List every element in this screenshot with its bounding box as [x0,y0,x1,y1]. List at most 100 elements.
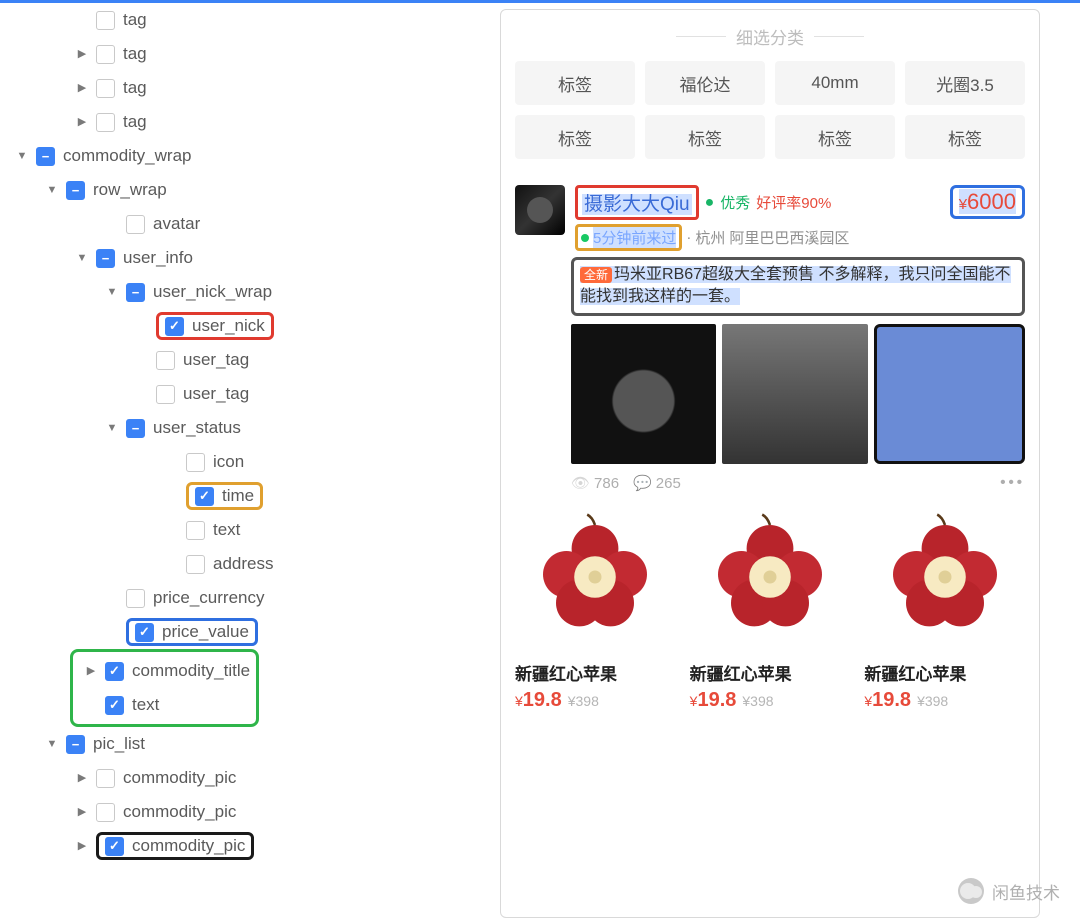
checkbox[interactable]: − [66,181,85,200]
commodity-pic[interactable] [571,324,716,464]
watermark: 闲鱼技术 [958,878,1060,904]
checkbox[interactable] [96,45,115,64]
checkbox[interactable] [156,351,175,370]
caret-right-icon[interactable]: ▶ [76,841,88,852]
commodity-pic[interactable] [722,324,867,464]
tree-row-user_nick[interactable]: ▶✓user_nick [6,309,494,343]
tree-row-avatar[interactable]: ▶avatar [6,207,494,241]
tree-row-price_value[interactable]: ▶✓price_value [6,615,494,649]
checkbox[interactable] [96,79,115,98]
tree-row-tag[interactable]: ▶tag [6,71,494,105]
tree-row-commodity_title[interactable]: ▶✓commodity_title [79,654,250,688]
filter-tag[interactable]: 标签 [515,115,635,159]
checkbox[interactable]: − [126,283,145,302]
group-highlight: ▶✓commodity_title▶✓text [70,649,259,727]
caret-right-icon[interactable]: ▶ [76,773,88,784]
filter-tag[interactable]: 光圈3.5 [905,61,1025,105]
tree-row-tag[interactable]: ▶tag [6,3,494,37]
checkbox[interactable]: ✓ [165,317,184,336]
filter-tag[interactable]: 标签 [775,115,895,159]
tree-row-address[interactable]: ▶address [6,547,494,581]
checkbox[interactable]: − [36,147,55,166]
checkbox[interactable] [96,113,115,132]
checkbox[interactable]: − [126,419,145,438]
caret-down-icon[interactable]: ▼ [106,423,118,434]
pic-list [571,324,1025,464]
checkbox[interactable] [96,769,115,788]
tree-row-text[interactable]: ▶text [6,513,494,547]
checkbox[interactable]: ✓ [135,623,154,642]
checkbox[interactable] [96,803,115,822]
tree-row-user_info[interactable]: ▼−user_info [6,241,494,275]
checkbox[interactable] [96,11,115,30]
tree-row-commodity_wrap[interactable]: ▼−commodity_wrap [6,139,494,173]
caret-down-icon[interactable]: ▼ [46,185,58,196]
filter-tag[interactable]: 标签 [905,115,1025,159]
commodity-pic-highlight[interactable] [874,324,1025,464]
checkbox[interactable]: − [66,735,85,754]
product-image [515,502,676,652]
tree-row-tag[interactable]: ▶tag [6,37,494,71]
caret-down-icon[interactable]: ▼ [76,253,88,264]
status-address: 阿里巴巴西溪园区 [729,227,849,248]
caret-right-icon[interactable]: ▶ [76,83,88,94]
checkbox[interactable]: ✓ [195,487,214,506]
checkbox[interactable] [186,453,205,472]
commodity-post: 摄影大大Qiu ● 优秀 好评率90% 5分钟前来过 · 杭州 阿里巴巴西溪 [515,185,1025,492]
filter-tag[interactable]: 标签 [515,61,635,105]
highlight-box: ✓commodity_pic [96,832,254,860]
more-icon[interactable]: ••• [1000,474,1025,491]
tree-row-tag[interactable]: ▶tag [6,105,494,139]
tree-row-commodity_pic[interactable]: ▶ commodity_pic [6,795,494,829]
caret-right-icon[interactable]: ▶ [76,807,88,818]
checkbox[interactable]: ✓ [105,837,124,856]
tree-row-row_wrap[interactable]: ▼−row_wrap [6,173,494,207]
node-label: commodity_pic [123,802,236,822]
tree-row-user_nick_wrap[interactable]: ▼−user_nick_wrap [6,275,494,309]
caret-down-icon[interactable]: ▼ [16,151,28,162]
checkbox[interactable] [156,385,175,404]
product-price: ¥19.8¥398 [515,689,676,712]
tag-grid: 标签福伦达40mm光圈3.5标签标签标签标签 [515,61,1025,159]
node-label: user_tag [183,350,249,370]
tree-row-commodity_pic[interactable]: ▶ ✓commodity_pic [6,829,494,863]
tree-row-user_status[interactable]: ▼−user_status [6,411,494,445]
checkbox[interactable]: ✓ [105,696,124,715]
price-highlight: ¥6000 [950,185,1025,219]
commodity-desc: 玛米亚RB67超级大全套预售 不多解释，我只问全国能不能找到我这样的一套。 [580,266,1011,305]
tree-row-price_currency[interactable]: ▶price_currency [6,581,494,615]
avatar[interactable] [515,185,565,235]
user-nick[interactable]: 摄影大大Qiu [582,194,692,215]
tree-row-commodity_pic[interactable]: ▶commodity_pic [6,761,494,795]
tree-row-user_tag[interactable]: ▶user_tag [6,377,494,411]
views-count: 786 [571,474,619,492]
checkbox[interactable] [186,555,205,574]
caret-right-icon[interactable]: ▶ [76,49,88,60]
product-card[interactable]: 新疆红心苹果 ¥19.8¥398 [690,502,851,712]
tree-row-time[interactable]: ▶✓time [6,479,494,513]
product-title: 新疆红心苹果 [864,660,1025,685]
filter-tag[interactable]: 40mm [775,61,895,105]
product-price: ¥19.8¥398 [864,689,1025,712]
tree-row-pic_list[interactable]: ▼−pic_list [6,727,494,761]
caret-down-icon[interactable]: ▼ [46,739,58,750]
node-label: user_nick [192,316,265,336]
checkbox[interactable] [126,589,145,608]
checkbox[interactable]: ✓ [105,662,124,681]
tree-row-icon[interactable]: ▶icon [6,445,494,479]
node-label: price_currency [153,588,265,608]
caret-right-icon[interactable]: ▶ [76,117,88,128]
checkbox[interactable]: − [96,249,115,268]
product-card[interactable]: 新疆红心苹果 ¥19.8¥398 [515,502,676,712]
product-card[interactable]: 新疆红心苹果 ¥19.8¥398 [864,502,1025,712]
tree-row-text[interactable]: ▶✓text [79,688,250,722]
caret-down-icon[interactable]: ▼ [106,287,118,298]
caret-right-icon[interactable]: ▶ [85,666,97,677]
tree-row-user_tag[interactable]: ▶user_tag [6,343,494,377]
new-tag: 全新 [580,267,612,283]
checkbox[interactable] [126,215,145,234]
filter-tag[interactable]: 标签 [645,115,765,159]
filter-tag[interactable]: 福伦达 [645,61,765,105]
checkbox[interactable] [186,521,205,540]
status-time: 5分钟前来过 [593,227,676,248]
